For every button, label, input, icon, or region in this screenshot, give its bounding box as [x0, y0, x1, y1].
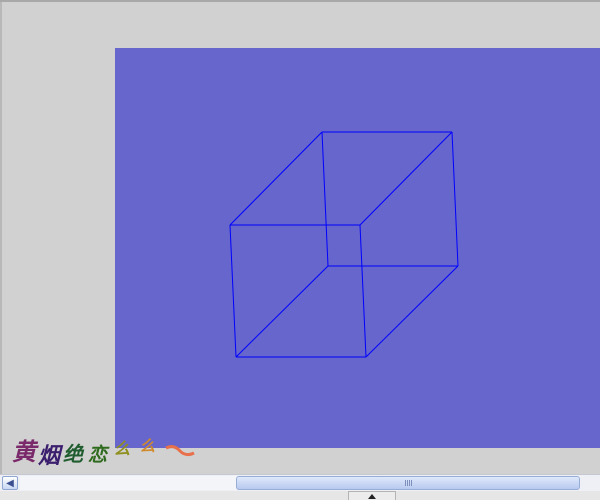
watermark-char: 么 — [114, 439, 130, 458]
splitter-handle[interactable] — [348, 491, 396, 500]
cube-bottom-right-connector — [365, 265, 459, 358]
scrollbar-thumb[interactable] — [236, 476, 580, 490]
cube-top-left-connector — [229, 131, 323, 226]
drawing-panel[interactable] — [115, 48, 600, 448]
bottom-bar — [0, 491, 600, 500]
watermark-char: 恋 — [88, 444, 110, 466]
watermark-char: 黄 — [12, 437, 39, 466]
window-left-border — [0, 2, 2, 478]
cube-back-left-edge — [321, 131, 329, 267]
grip-icon — [404, 480, 412, 486]
watermark-char: 绝 — [63, 442, 85, 466]
cube-bottom-left-connector — [235, 265, 329, 358]
cube-top-right-connector — [359, 131, 453, 226]
cube-front-right-edge — [359, 224, 367, 358]
triangle-up-icon — [368, 493, 376, 499]
watermark-signature: 黄 烟 绝 恋 么 么 — [12, 437, 195, 469]
cube-back-right-edge — [451, 131, 459, 267]
cube-front-left-edge — [229, 224, 237, 358]
wireframe-cube-svg — [229, 131, 459, 358]
watermark-swash — [165, 445, 195, 457]
watermark-char: 么 — [140, 437, 155, 455]
watermark-char: 烟 — [38, 443, 64, 469]
horizontal-scrollbar[interactable]: ◀ — [0, 474, 600, 492]
chevron-left-icon[interactable]: ◀ — [2, 476, 18, 490]
